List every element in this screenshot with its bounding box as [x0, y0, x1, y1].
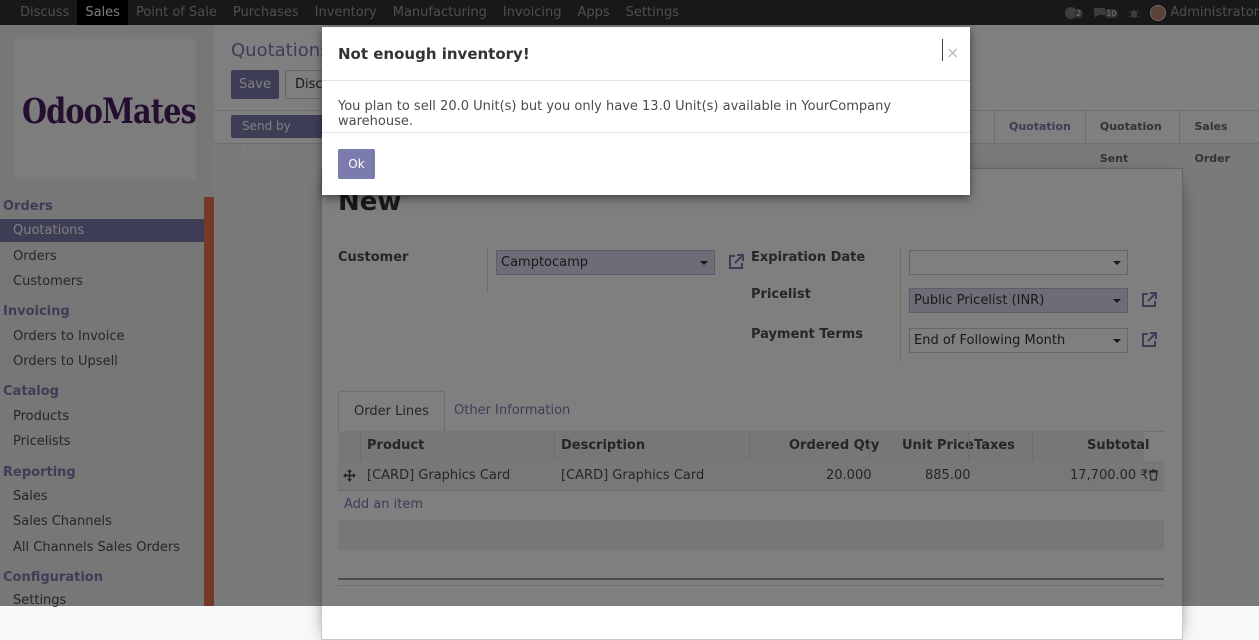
warning-dialog: Not enough inventory! × You plan to sell…: [322, 27, 970, 195]
dialog-title: Not enough inventory!: [338, 45, 530, 63]
dialog-header: Not enough inventory! ×: [322, 27, 970, 81]
dialog-message: You plan to sell 20.0 Unit(s) but you on…: [338, 99, 892, 129]
dialog-body: You plan to sell 20.0 Unit(s) but you on…: [322, 81, 970, 133]
ok-button[interactable]: Ok: [338, 149, 375, 179]
close-icon[interactable]: ×: [942, 39, 959, 62]
